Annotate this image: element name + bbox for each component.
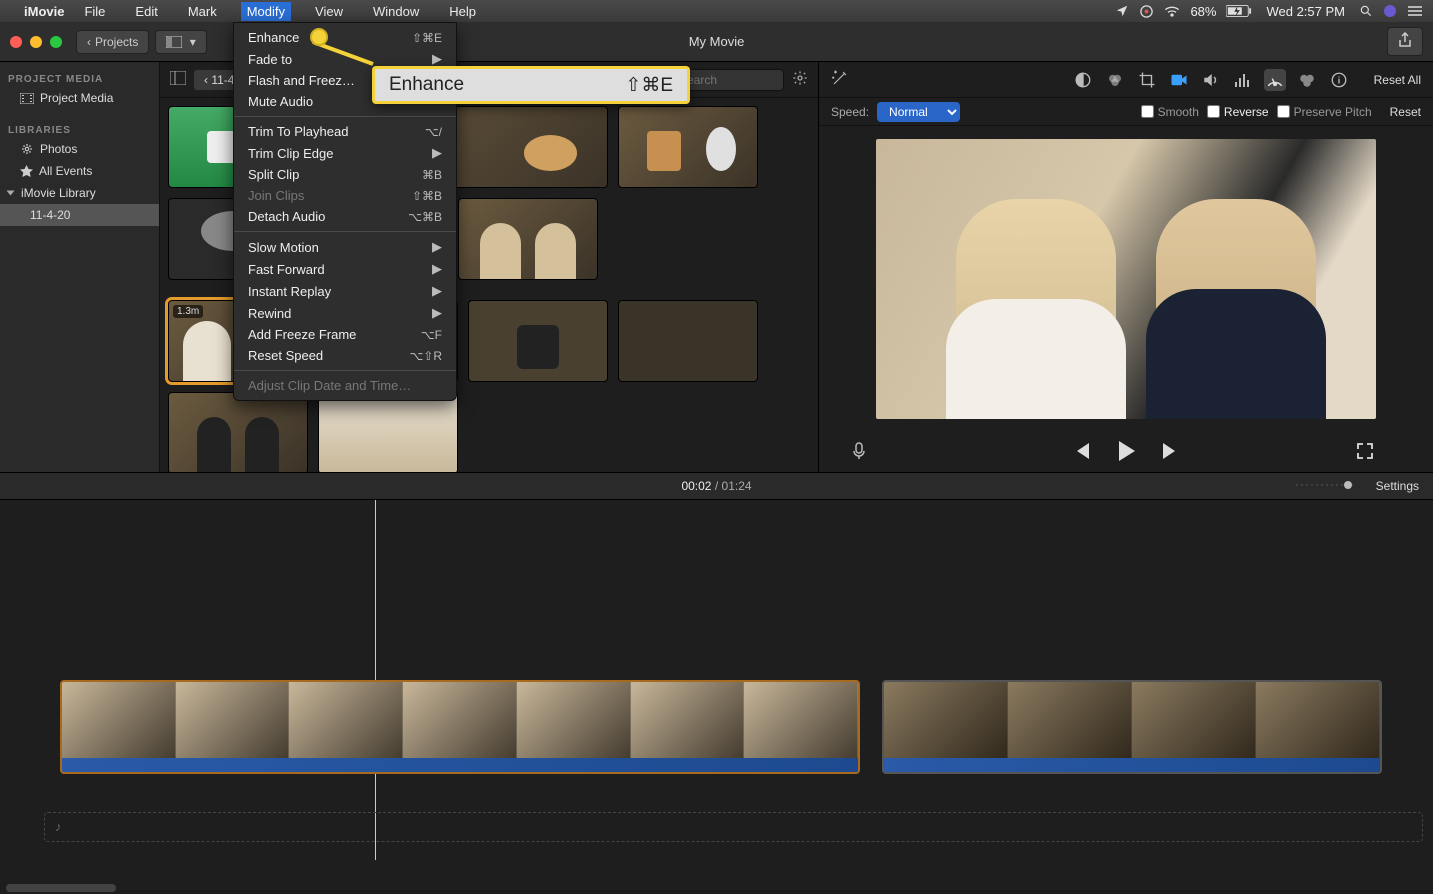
settings-button[interactable]: Settings bbox=[1376, 479, 1419, 493]
prev-button[interactable] bbox=[1073, 443, 1091, 462]
clip-thumb[interactable] bbox=[618, 300, 758, 382]
annotation-label: Enhance bbox=[389, 74, 464, 96]
playhead-time: 00:02 bbox=[681, 479, 711, 493]
menu-item-rewind[interactable]: Rewind▶ bbox=[234, 302, 456, 324]
total-time: 01:24 bbox=[722, 479, 752, 493]
timeline-clip-1[interactable] bbox=[60, 680, 860, 774]
clip-thumb[interactable] bbox=[168, 392, 308, 474]
menu-item-reset-speed[interactable]: Reset Speed⌥⇧R bbox=[234, 345, 456, 366]
crop-icon[interactable] bbox=[1136, 69, 1158, 91]
gear-icon[interactable] bbox=[792, 70, 808, 89]
clip-thumb[interactable] bbox=[458, 198, 598, 280]
speed-label: Speed: bbox=[831, 105, 869, 119]
window-controls[interactable] bbox=[10, 36, 62, 48]
menu-edit[interactable]: Edit bbox=[129, 2, 163, 21]
color-balance-icon[interactable] bbox=[1072, 69, 1094, 91]
menu-item-enhance[interactable]: Enhance⇧⌘E bbox=[234, 27, 456, 48]
viewer-panel: Reset All Speed: Normal Smooth Reverse P… bbox=[818, 62, 1433, 472]
project-title: My Movie bbox=[689, 34, 745, 49]
battery-percent: 68% bbox=[1190, 4, 1216, 19]
siri-icon[interactable] bbox=[1383, 4, 1397, 18]
music-icon: ♪ bbox=[55, 819, 62, 834]
layout-toggle-icon[interactable] bbox=[170, 71, 186, 88]
mac-menubar: iMovie File Edit Mark Modify View Window… bbox=[0, 0, 1433, 22]
menu-item-adjust-clip-date-and-time-: Adjust Clip Date and Time… bbox=[234, 375, 456, 396]
stabilization-icon[interactable] bbox=[1168, 69, 1190, 91]
app-name[interactable]: iMovie bbox=[24, 4, 64, 19]
timeline-clip-2[interactable] bbox=[882, 680, 1382, 774]
fullscreen-icon[interactable] bbox=[1357, 443, 1373, 462]
sidebar-header-libraries: LIBRARIES bbox=[0, 119, 159, 138]
info-icon[interactable] bbox=[1328, 69, 1350, 91]
sidebar-event-11-4-20[interactable]: 11-4-20 bbox=[0, 204, 159, 226]
menu-item-slow-motion[interactable]: Slow Motion▶ bbox=[234, 236, 456, 258]
menu-window[interactable]: Window bbox=[367, 2, 425, 21]
speed-select[interactable]: Normal bbox=[877, 102, 960, 122]
volume-icon[interactable] bbox=[1200, 69, 1222, 91]
zoom-slider[interactable] bbox=[1294, 479, 1364, 494]
spotlight-icon[interactable] bbox=[1359, 4, 1373, 18]
sidebar-imovie-library[interactable]: iMovie Library bbox=[0, 182, 159, 204]
noise-reduction-icon[interactable] bbox=[1232, 69, 1254, 91]
projects-button[interactable]: ‹Projects bbox=[76, 30, 149, 54]
clock[interactable]: Wed 2:57 PM bbox=[1266, 4, 1345, 19]
menu-item-fast-forward[interactable]: Fast Forward▶ bbox=[234, 258, 456, 280]
clip-thumb[interactable] bbox=[318, 392, 458, 474]
menu-extras-icon[interactable] bbox=[1407, 5, 1423, 17]
sidebar-photos[interactable]: Photos bbox=[0, 138, 159, 160]
share-button[interactable] bbox=[1387, 27, 1423, 56]
menu-modify[interactable]: Modify bbox=[241, 2, 291, 21]
menu-item-split-clip[interactable]: Split Clip⌘B bbox=[234, 164, 456, 185]
timeline[interactable]: ♪ bbox=[0, 500, 1433, 860]
menu-view[interactable]: View bbox=[309, 2, 349, 21]
reset-button[interactable]: Reset bbox=[1390, 105, 1421, 119]
preview-frame bbox=[876, 139, 1376, 419]
menu-mark[interactable]: Mark bbox=[182, 2, 223, 21]
location-icon[interactable] bbox=[1115, 4, 1129, 18]
reverse-checkbox[interactable]: Reverse bbox=[1207, 105, 1269, 119]
menu-file[interactable]: File bbox=[78, 2, 111, 21]
voiceover-icon[interactable] bbox=[852, 442, 866, 463]
annotation-dot bbox=[310, 28, 328, 46]
timeline-header: 00:02 / 01:24 Settings bbox=[0, 472, 1433, 500]
annotation-callout: Enhance ⇧⌘E bbox=[372, 66, 690, 104]
menu-item-add-freeze-frame[interactable]: Add Freeze Frame⌥F bbox=[234, 324, 456, 345]
menu-item-instant-replay[interactable]: Instant Replay▶ bbox=[234, 280, 456, 302]
clip-thumb[interactable] bbox=[618, 106, 758, 188]
preserve-pitch-checkbox[interactable]: Preserve Pitch bbox=[1277, 105, 1372, 119]
menu-item-trim-to-playhead[interactable]: Trim To Playhead⌥/ bbox=[234, 121, 456, 142]
play-button[interactable] bbox=[1117, 441, 1135, 464]
smooth-checkbox[interactable]: Smooth bbox=[1141, 105, 1199, 119]
annotation-shortcut: ⇧⌘E bbox=[625, 74, 673, 97]
sidebar-project-media[interactable]: Project Media bbox=[0, 87, 159, 109]
wifi-icon[interactable] bbox=[1164, 5, 1180, 17]
audio-lane[interactable]: ♪ bbox=[44, 812, 1423, 842]
reset-all-button[interactable]: Reset All bbox=[1374, 73, 1421, 87]
dock-hint bbox=[6, 884, 116, 892]
dnd-icon[interactable] bbox=[1139, 4, 1154, 19]
sidebar-all-events[interactable]: All Events bbox=[0, 160, 159, 182]
color-correction-icon[interactable] bbox=[1104, 69, 1126, 91]
next-button[interactable] bbox=[1161, 443, 1179, 462]
menu-item-join-clips: Join Clips⇧⌘B bbox=[234, 185, 456, 206]
enhance-wand-icon[interactable] bbox=[831, 69, 849, 90]
clip-duration-badge: 1.3m bbox=[173, 305, 203, 318]
sidebar: PROJECT MEDIA Project Media LIBRARIES Ph… bbox=[0, 62, 160, 472]
menu-help[interactable]: Help bbox=[443, 2, 482, 21]
menu-item-trim-clip-edge[interactable]: Trim Clip Edge▶ bbox=[234, 142, 456, 164]
media-button[interactable]: ▾ bbox=[155, 30, 206, 54]
speed-icon[interactable] bbox=[1264, 69, 1286, 91]
battery-icon[interactable] bbox=[1226, 5, 1252, 17]
menu-item-detach-audio[interactable]: Detach Audio⌥⌘B bbox=[234, 206, 456, 227]
clip-thumb[interactable] bbox=[468, 300, 608, 382]
info-filter-icon[interactable] bbox=[1296, 69, 1318, 91]
app-toolbar: ‹Projects ▾ My Movie bbox=[0, 22, 1433, 62]
sidebar-header-project: PROJECT MEDIA bbox=[0, 68, 159, 87]
